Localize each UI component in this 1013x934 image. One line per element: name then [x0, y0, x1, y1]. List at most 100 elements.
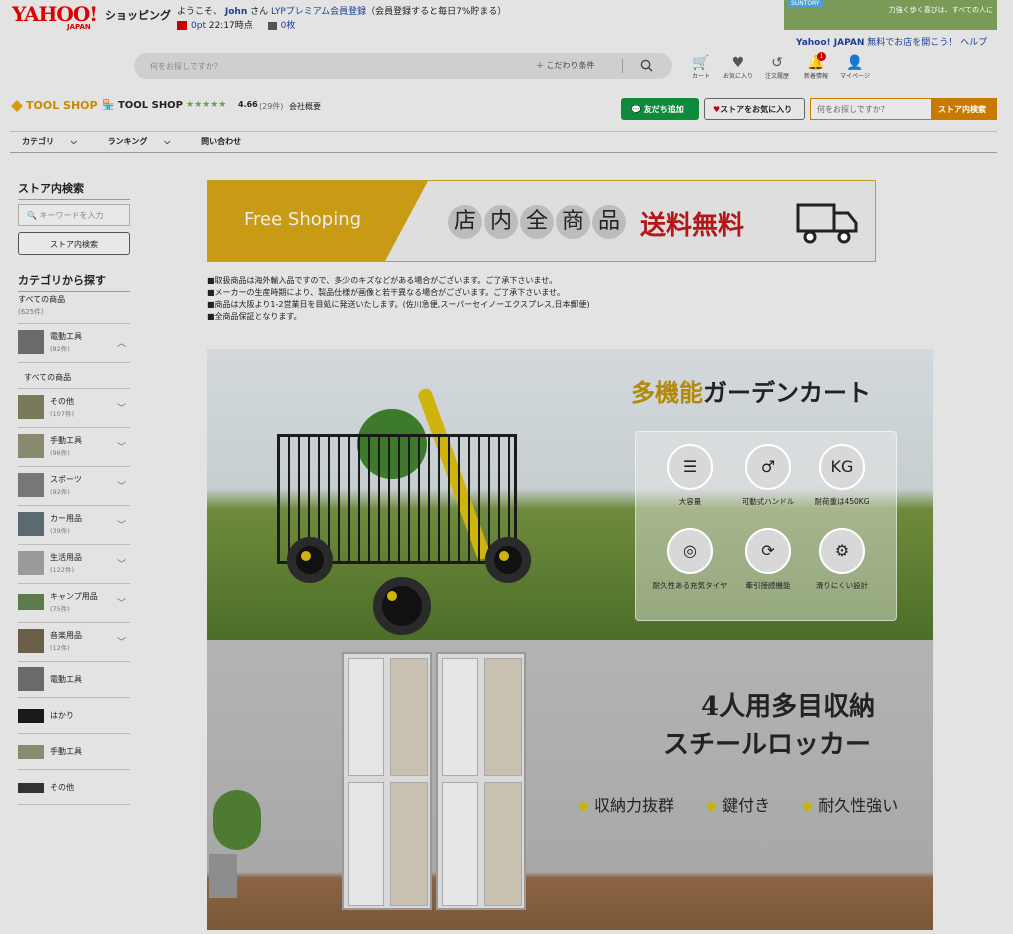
category-name: 電動工具 [50, 332, 82, 341]
store-search-button[interactable]: ストア内検索 [931, 98, 997, 120]
yahoo-japan-link[interactable]: Yahoo! JAPAN [796, 38, 864, 48]
shopping-title[interactable]: ショッピング [105, 7, 171, 23]
category-item[interactable]: 手動工具 (96件) ﹀ [18, 427, 130, 466]
category-thumb [18, 330, 44, 354]
point-label: 収納力抜群 [594, 796, 675, 815]
line-button-label: 友だち追加 [643, 105, 684, 114]
search-icon[interactable] [640, 59, 653, 72]
cart-button[interactable]: 🛒 カート [685, 55, 717, 80]
yahoo-logo[interactable]: YAHOO! JAPAN [12, 4, 98, 31]
category-item[interactable]: 音楽用品 (12件) ﹀ [18, 622, 130, 661]
store-nav: カテゴリ ⌵ ランキング ⌵ 問い合わせ [22, 136, 255, 147]
category-name: はかり [50, 711, 74, 720]
ad-banner[interactable]: SUNTORY 力強く歩く喜びは、すべての人に [784, 0, 997, 30]
category-item[interactable]: キャンプ用品 (75件) ﹀ [18, 583, 130, 622]
store-logo[interactable]: TOOL SHOP [10, 99, 98, 113]
order-history-button[interactable]: ↺ 注文履歴 [761, 55, 793, 80]
divider [10, 131, 997, 132]
review-count[interactable]: (29件) [259, 101, 283, 112]
chevron-down-icon[interactable]: ﹀ [117, 440, 126, 453]
sidebar-keyword-input[interactable]: 🔍 キーワードを入力 [18, 204, 130, 226]
locker-point: 耐久性強い [803, 796, 912, 815]
mypage-button[interactable]: 👤 マイページ [839, 55, 871, 80]
category-item[interactable]: 電動工具 (82件) ︿ [18, 323, 130, 362]
store-favorite-button[interactable]: ♥ストアをお気に入り [704, 98, 805, 120]
sidebar-all-items[interactable]: すべての商品 (625件) [18, 294, 65, 318]
rating-value: 4.66 [238, 100, 258, 109]
gear-icon: ⚙ [819, 528, 865, 574]
plus-icon: ＋ [536, 61, 547, 70]
points-icon [177, 21, 187, 30]
layers-icon: ☰ [667, 444, 713, 490]
search-input[interactable]: 何をお探しですか？ [150, 61, 222, 72]
tire-icon: ◎ [667, 528, 713, 574]
category-item[interactable]: 手動工具 [18, 733, 130, 769]
company-info-link[interactable]: 会社概要 [289, 101, 321, 112]
heart-icon: ♥ [731, 55, 745, 71]
chevron-down-icon[interactable]: ﹀ [117, 401, 126, 414]
search-bar[interactable]: 何をお探しですか？ ＋ こだわり条件 [134, 53, 672, 79]
plant-pot [207, 790, 267, 900]
chevron-down-icon[interactable]: ﹀ [117, 557, 126, 570]
line-icon: 💬 [631, 105, 644, 114]
all-items-count: (625件) [18, 308, 44, 316]
favorites-button[interactable]: ♥ お気に入り [722, 55, 754, 80]
category-count: (96件) [50, 449, 70, 457]
sidebar-search-button[interactable]: ストア内検索 [18, 232, 130, 255]
chevron-down-icon[interactable]: ﹀ [117, 479, 126, 492]
ad-brand: SUNTORY [788, 0, 823, 7]
locker-points: 収納力抜群 鍵付き 耐久性強い [579, 792, 926, 816]
store-name[interactable]: 🏪 TOOL SHOP [102, 100, 183, 111]
ad-text: 力強く歩く喜びは、すべての人に [888, 6, 993, 14]
chevron-down-icon[interactable]: ﹀ [117, 596, 126, 609]
nav-ranking[interactable]: ランキング ⌵ [108, 137, 185, 146]
bullet-icon [579, 802, 588, 811]
banner-char: 商 [556, 205, 590, 239]
garden-cart-promo[interactable]: 多機能ガーデンカート ☰ 大容量 ♂ 可動式ハンドル KG 耐荷重は450KG ◎ 耐久… [207, 349, 933, 640]
locker-unit [342, 652, 432, 910]
category-item[interactable]: 生活用品 (122件) ﹀ [18, 544, 130, 583]
category-list: 電動工具 (82件) ︿ すべての商品 その他 (107件) ﹀ 手動工具 (96件) ﹀ … [18, 323, 130, 805]
chevron-up-icon[interactable]: ︿ [117, 336, 126, 349]
category-item[interactable]: はかり [18, 697, 130, 733]
feature-label: 滑りにくい設計 [815, 581, 869, 590]
category-item[interactable]: 電動工具 [18, 661, 130, 697]
nav-category[interactable]: カテゴリ ⌵ [22, 137, 91, 146]
note-line: ■メーカーの生産時期により、製品仕様が画像と若干異なる場合がございます。ご了承下… [207, 288, 566, 297]
locker-door [442, 782, 478, 906]
chevron-down-icon[interactable]: ﹀ [117, 518, 126, 531]
sidebar-search-title: ストア内検索 [18, 180, 130, 200]
line-add-friend-button[interactable]: 💬 友だち追加 [621, 98, 699, 120]
point-label: 鍵付き [722, 796, 771, 815]
notifications-button[interactable]: 🔔 1 新着情報 [800, 52, 832, 80]
category-name: その他 [50, 783, 74, 792]
chevron-down-icon: ⌵ [164, 137, 171, 146]
store-search-input[interactable]: 何をお探しですか？ [810, 98, 932, 120]
category-item[interactable]: カー用品 (39件) ﹀ [18, 505, 130, 544]
subcategory-item[interactable]: すべての商品 [18, 362, 130, 388]
category-item[interactable]: その他 [18, 769, 130, 805]
feature-label: 大容量 [678, 497, 702, 506]
locker-door [348, 782, 384, 906]
user-name[interactable]: John [225, 7, 247, 17]
category-name: スポーツ [50, 475, 82, 484]
category-item[interactable]: スポーツ (92件) ﹀ [18, 466, 130, 505]
feature-label: 耐荷重は450KG [814, 497, 870, 506]
chevron-down-icon[interactable]: ﹀ [117, 635, 126, 648]
banner-char: 全 [520, 205, 554, 239]
category-thumb [18, 395, 44, 419]
points-link[interactable]: 0pt [191, 21, 206, 31]
locker-inside [484, 782, 522, 906]
conditions-button[interactable]: ＋ こだわり条件 [536, 60, 595, 71]
banner-free-text: Free Shoping [244, 209, 362, 230]
divider [10, 152, 997, 153]
nav-contact[interactable]: 問い合わせ [201, 137, 241, 146]
coupon-link[interactable]: 0枚 [281, 21, 296, 31]
help-link[interactable]: ヘルプ [960, 38, 987, 48]
lyp-premium-link[interactable]: LYPプレミアム会員登録 [271, 7, 366, 17]
kg-label: KG [830, 457, 854, 476]
locker-promo[interactable]: 4人用多目収納 スチールロッカー 収納力抜群 鍵付き 耐久性強い [207, 640, 933, 930]
open-store-link[interactable]: 無料でお店を開こう！ [867, 38, 957, 48]
free-shipping-banner[interactable]: Free Shoping 店内全商品 送料無料 [207, 180, 876, 262]
category-item[interactable]: その他 (107件) ﹀ [18, 388, 130, 427]
